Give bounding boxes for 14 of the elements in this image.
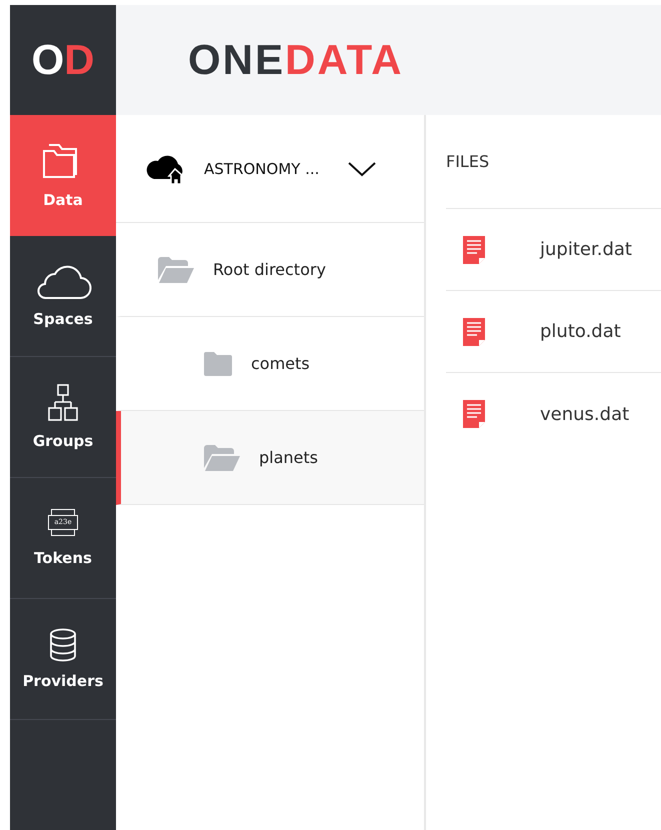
directory-item[interactable]: planets: [116, 411, 424, 505]
nav-item[interactable]: Data: [10, 115, 116, 236]
app-logo[interactable]: OD: [10, 5, 116, 115]
folder-icon: [203, 350, 233, 376]
database-icon: [49, 628, 77, 662]
open-folder-icon: [203, 444, 241, 472]
brand-logo: ONEDATA: [188, 36, 404, 84]
chevron-down-icon: [347, 160, 378, 176]
document-icon: [462, 316, 486, 346]
document-icon: [462, 399, 486, 429]
open-folder-icon: [157, 256, 195, 284]
document-icon: [462, 234, 486, 264]
hierarchy-icon: [48, 384, 78, 422]
files-heading: FILES: [446, 151, 490, 173]
